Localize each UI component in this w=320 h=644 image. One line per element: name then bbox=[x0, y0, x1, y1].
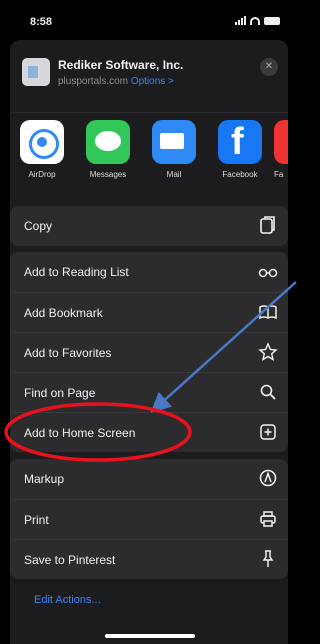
markup-icon bbox=[258, 468, 278, 488]
action-print[interactable]: Print bbox=[10, 499, 288, 539]
facebook-glyph: f bbox=[231, 121, 244, 163]
airdrop-icon bbox=[20, 120, 64, 164]
action-label: Add to Home Screen bbox=[24, 426, 136, 440]
action-label: Copy bbox=[24, 219, 53, 233]
share-sheet: Rediker Software, Inc. plusportals.com O… bbox=[10, 40, 288, 644]
action-label: Add to Favorites bbox=[24, 346, 112, 360]
action-label: Save to Pinterest bbox=[24, 553, 116, 567]
actions-group-2: Markup Print Save to Pinterest bbox=[10, 459, 288, 579]
app-label: Mail bbox=[166, 170, 182, 179]
action-add-to-favorites[interactable]: Add to Favorites bbox=[10, 332, 288, 372]
status-time: 8:58 bbox=[30, 16, 53, 28]
action-markup[interactable]: Markup bbox=[10, 459, 288, 499]
action-label: Markup bbox=[24, 472, 65, 486]
action-add-to-reading-list[interactable]: Add to Reading List bbox=[10, 252, 288, 292]
facebook-icon: f bbox=[218, 120, 262, 164]
close-button[interactable]: ✕ bbox=[260, 58, 278, 76]
star-icon bbox=[258, 342, 278, 362]
actions-group-1: Add to Reading List Add Bookmark Add to … bbox=[10, 252, 288, 452]
copy-group: Copy bbox=[10, 206, 288, 246]
share-subtitle: plusportals.com Options > bbox=[58, 76, 174, 87]
copy-icon bbox=[258, 215, 278, 235]
add-square-icon bbox=[258, 422, 278, 442]
action-copy[interactable]: Copy bbox=[10, 206, 288, 246]
action-label: Find on Page bbox=[24, 386, 96, 400]
app-mail[interactable]: Mail bbox=[146, 120, 202, 179]
header-divider bbox=[10, 112, 288, 113]
share-domain: plusportals.com bbox=[58, 76, 129, 87]
share-header: Rediker Software, Inc. plusportals.com O… bbox=[10, 40, 288, 102]
site-thumbnail-icon bbox=[22, 58, 50, 86]
book-icon bbox=[258, 302, 278, 322]
share-title: Rediker Software, Inc. bbox=[58, 58, 184, 72]
app-messages[interactable]: Messages bbox=[80, 120, 136, 179]
app-label: AirDrop bbox=[28, 170, 56, 179]
action-label: Print bbox=[24, 513, 49, 527]
options-link[interactable]: Options > bbox=[131, 76, 174, 87]
action-add-to-home-screen[interactable]: Add to Home Screen bbox=[10, 412, 288, 452]
app-facebook[interactable]: f Facebook bbox=[212, 120, 268, 179]
battery-icon bbox=[264, 16, 280, 25]
printer-icon bbox=[258, 509, 278, 529]
messages-icon bbox=[86, 120, 130, 164]
action-label: Add Bookmark bbox=[24, 306, 103, 320]
app-label: Fa bbox=[274, 170, 284, 179]
mail-icon bbox=[152, 120, 196, 164]
action-add-bookmark[interactable]: Add Bookmark bbox=[10, 292, 288, 332]
partial-app-icon bbox=[274, 120, 288, 164]
app-label: Facebook bbox=[222, 170, 258, 179]
status-bar: 8:58 bbox=[0, 0, 298, 34]
share-apps-row: AirDrop Messages Mail f Facebook Fa bbox=[10, 120, 288, 184]
search-icon bbox=[258, 382, 278, 402]
app-airdrop[interactable]: AirDrop bbox=[14, 120, 70, 179]
app-label: Messages bbox=[89, 170, 127, 179]
action-find-on-page[interactable]: Find on Page bbox=[10, 372, 288, 412]
glasses-icon bbox=[258, 261, 278, 281]
status-icons bbox=[235, 16, 280, 25]
action-label: Add to Reading List bbox=[24, 265, 129, 279]
pin-icon bbox=[258, 549, 278, 569]
signal-icon bbox=[235, 16, 246, 25]
action-save-to-pinterest[interactable]: Save to Pinterest bbox=[10, 539, 288, 579]
wifi-icon bbox=[250, 16, 260, 25]
home-indicator bbox=[105, 634, 195, 638]
app-partial[interactable]: Fa bbox=[274, 120, 288, 179]
edit-actions-link[interactable]: Edit Actions... bbox=[34, 594, 101, 606]
